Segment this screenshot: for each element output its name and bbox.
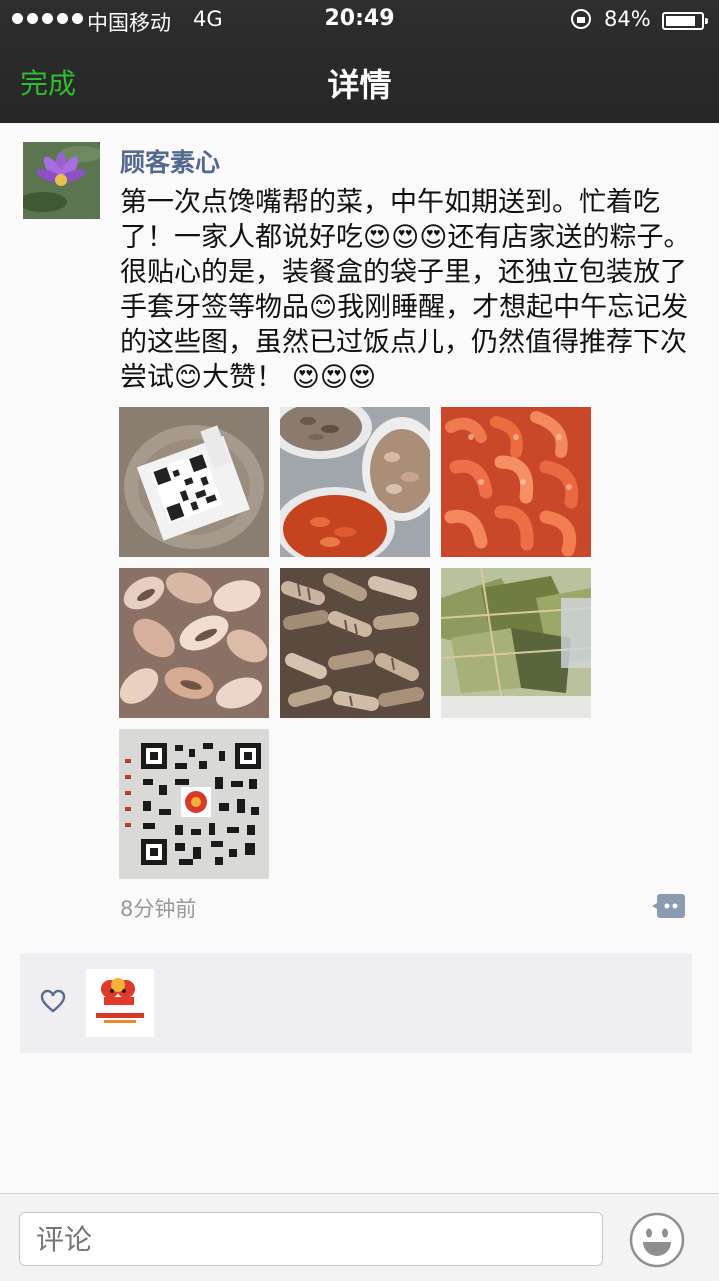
smiley-icon[interactable] <box>629 1212 685 1268</box>
likes-panel <box>20 953 692 1053</box>
comment-action-icon[interactable] <box>652 893 686 919</box>
liker-avatar[interactable] <box>86 969 154 1037</box>
photo-zongzi[interactable] <box>441 568 591 718</box>
battery-percent: 84% <box>604 7 651 31</box>
battery-icon <box>662 12 708 30</box>
page-title: 详情 <box>327 66 392 104</box>
moment-post: 顾客素心 第一次点馋嘴帮的菜，中午如期送到。忙着吃了！一家人都说好吃😍😍😍还有店… <box>0 123 719 1193</box>
heart-icon[interactable] <box>40 989 66 1015</box>
author-name[interactable]: 顾客素心 <box>120 143 220 179</box>
photo-sea-snails[interactable] <box>280 568 430 718</box>
photo-shrimp[interactable] <box>441 407 591 557</box>
comment-input[interactable] <box>19 1212 603 1266</box>
photo-seafood-bowls[interactable] <box>280 407 430 557</box>
photo-clams[interactable] <box>119 568 269 718</box>
post-time: 8分钟前 <box>120 897 197 921</box>
top-bar: 中国移动 4G 20:49 84% 完成 详情 <box>0 0 719 123</box>
comment-bar <box>0 1193 719 1281</box>
author-avatar[interactable] <box>23 142 100 219</box>
photo-qr-code-card[interactable] <box>119 729 269 879</box>
status-bar: 中国移动 4G 20:49 84% <box>0 0 719 40</box>
photo-qr-code-sticker[interactable] <box>119 407 269 557</box>
rotation-lock-icon <box>571 9 591 29</box>
post-text: 第一次点馋嘴帮的菜，中午如期送到。忙着吃了！一家人都说好吃😍😍😍还有店家送的粽子… <box>120 187 691 393</box>
